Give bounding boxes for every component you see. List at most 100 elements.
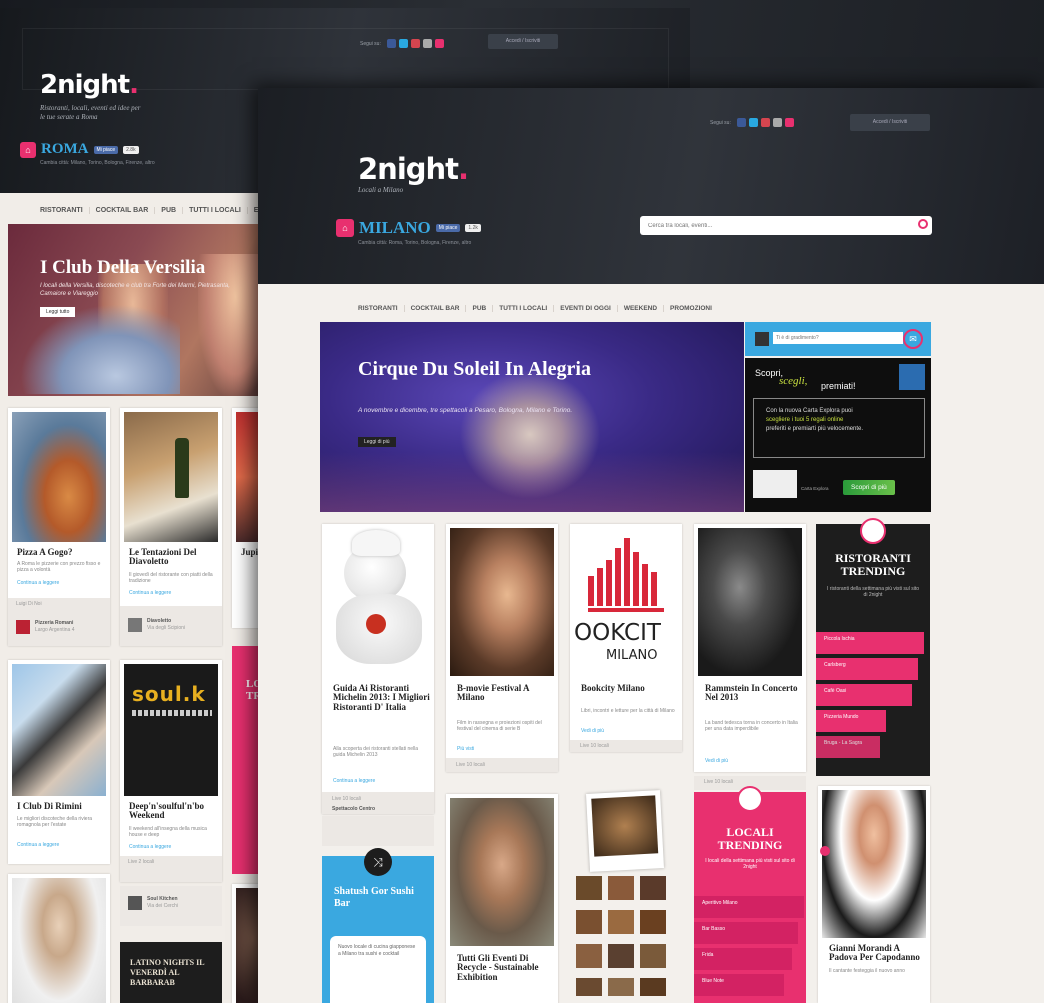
thumb[interactable] [640, 944, 666, 968]
trending-item[interactable]: Pizzeria Mundo [816, 710, 886, 732]
card-diavoletto[interactable]: Le Tentazioni Del Diavoletto Il giovedì … [120, 408, 222, 646]
nav-item-pub[interactable]: PUB [466, 304, 494, 312]
polaroid-photo[interactable] [586, 790, 664, 872]
card-michelin[interactable]: Guida Ai Ristoranti Michelin 2013: I Mig… [322, 524, 434, 814]
soul-logo: soul.k [132, 682, 206, 706]
trending-locali[interactable]: LOCALI TRENDING I locali della settimana… [694, 786, 806, 1003]
thumb[interactable] [640, 978, 666, 996]
trending-item[interactable]: Bruga - La Sagra [816, 736, 880, 758]
card-link[interactable]: Continua a leggere [129, 590, 171, 596]
foursquare-icon[interactable] [772, 118, 782, 127]
card-link[interactable]: Continua a leggere [129, 844, 171, 850]
card-link[interactable]: Vedi di più [705, 758, 728, 764]
nav-item-eventi-oggi[interactable]: EVENTI DI OGGI [554, 304, 618, 312]
nav-item-promozioni[interactable]: PROMOZIONI [664, 305, 718, 312]
twitter-icon[interactable] [398, 39, 408, 48]
thumb[interactable] [608, 944, 634, 968]
card-title: Pizza A Gogo? [17, 547, 73, 557]
bookcity-sub: MILANO [606, 648, 658, 663]
thumb[interactable] [576, 910, 602, 934]
shatush-card[interactable]: ⤨ Shatush Gor Sushi Bar Nuovo locale di … [322, 848, 434, 1003]
card-recycle[interactable]: Tutti Gli Eventi Di Recycle - Sustainabl… [446, 794, 558, 1003]
milano-city-selector[interactable]: ⌂ MILANO Mi piace 1.2k [336, 218, 481, 238]
trending-item[interactable]: Cafè Oasi [816, 684, 912, 706]
thumb[interactable] [608, 978, 634, 996]
author-name[interactable]: Soul Kitchen [147, 896, 178, 902]
youtube-icon[interactable] [784, 118, 794, 127]
thumb[interactable] [576, 944, 602, 968]
nav-item-tutti-locali[interactable]: TUTTI I LOCALI [493, 304, 555, 312]
google-plus-icon[interactable] [410, 39, 420, 48]
explora-ad[interactable]: Scopri, scegli, premiati! Con la nuova C… [745, 358, 931, 512]
mail-icon[interactable]: ✉ [903, 329, 923, 349]
trending-item[interactable]: Piccola Ischia [816, 632, 924, 654]
card-soul[interactable]: soul.k Deep'n'soulful'n'bo Weekend Il we… [120, 660, 222, 882]
nav-item-cocktail-bar[interactable]: COCKTAIL BAR [90, 206, 156, 214]
roma-logo[interactable]: 2night. [40, 70, 139, 100]
card-rammstein[interactable]: Rammstein In Concerto Nel 2013 La band t… [694, 524, 806, 772]
lips-icon [737, 786, 763, 812]
card-image [12, 664, 106, 796]
card-pizza[interactable]: Pizza A Gogo? A Roma le pizzerie con pre… [8, 408, 110, 646]
card-latino[interactable]: LATINO NIGHTS IL VENERDÌ AL BARBARAB [120, 942, 222, 1003]
milano-hero[interactable]: Cirque Du Soleil In Alegria A novembre e… [320, 322, 744, 512]
card-link[interactable]: Vedi di più [581, 728, 604, 734]
facebook-icon[interactable] [386, 39, 396, 48]
card-link[interactable]: Continua a leggere [17, 842, 59, 848]
nav-item-pub[interactable]: PUB [155, 206, 184, 214]
author-name[interactable]: Pizzeria Romani [35, 620, 73, 626]
nav-item-cocktail-bar[interactable]: COCKTAIL BAR [405, 304, 467, 312]
ad-cta-button[interactable]: Scopri di più [843, 480, 895, 495]
card-link[interactable]: Continua a leggere [333, 778, 375, 784]
hero-button[interactable]: Leggi di più [358, 437, 396, 447]
google-plus-icon[interactable] [760, 118, 770, 127]
search-input[interactable] [646, 219, 910, 233]
card-title: Guida Ai Ristoranti Michelin 2013: I Mig… [333, 683, 430, 712]
foursquare-icon[interactable] [422, 39, 432, 48]
search-icon[interactable] [918, 219, 928, 229]
nav-item-tutti-locali[interactable]: TUTTI I LOCALI [183, 206, 248, 214]
card-bmovie[interactable]: B-movie Festival A Milano Film in rasseg… [446, 524, 558, 772]
like-button[interactable]: Mi piace [93, 145, 119, 154]
tagline-line1: Ristoranti, locali, eventi ed idee per [40, 104, 141, 112]
card-image: OOKCIT MILANO [570, 524, 682, 674]
author-sub: Via dei Cerchi [147, 903, 179, 909]
login-button[interactable]: Accedi / Iscriviti [850, 114, 930, 131]
nav-item-ristoranti[interactable]: RISTORANTI [352, 304, 405, 312]
twitter-icon[interactable] [748, 118, 758, 127]
youtube-icon[interactable] [434, 39, 444, 48]
thumb[interactable] [640, 876, 666, 900]
thumb[interactable] [608, 876, 634, 900]
card-rimini[interactable]: I Club Di Rimini Le migliori discoteche … [8, 660, 110, 864]
newsletter-input[interactable] [773, 332, 903, 344]
milano-logo[interactable]: 2night. [358, 152, 469, 186]
card-title: Deep'n'soulful'n'bo Weekend [129, 801, 205, 821]
trending-item[interactable]: Aperitivo Milano [694, 896, 804, 918]
nav-item-weekend[interactable]: WEEKEND [618, 304, 665, 312]
roma-city-selector[interactable]: ⌂ ROMA Mi piace 2.8k [20, 141, 139, 158]
like-button[interactable]: Mi piace [435, 224, 461, 232]
trending-item[interactable]: Carlsberg [816, 658, 918, 680]
author-name[interactable]: Diavoletto [147, 618, 171, 624]
card-link[interactable]: Continua a leggere [17, 580, 59, 586]
card-morandi[interactable]: Gianni Morandi A Padova Per Capodanno Il… [818, 786, 930, 1003]
roma-hero[interactable]: I Club Della Versilia I locali della Ver… [8, 224, 273, 396]
trending-ristoranti[interactable]: RISTORANTI TRENDING I ristoranti della s… [816, 518, 930, 776]
card-bookcity[interactable]: OOKCIT MILANO Bookcity Milano Libri, inc… [570, 524, 682, 752]
hero-button[interactable]: Leggi tutto [40, 307, 76, 317]
trending-item[interactable]: Blue Note [694, 974, 784, 996]
footer-user[interactable]: Spettacolo Centro [332, 806, 375, 812]
card-rapper[interactable] [8, 874, 110, 1003]
trending-item[interactable]: Bar Basso [694, 922, 798, 944]
bookcity-logo: OOKCIT [574, 620, 661, 646]
facebook-icon[interactable] [736, 118, 746, 127]
thumb[interactable] [640, 910, 666, 934]
thumb[interactable] [576, 978, 602, 996]
thumb[interactable] [576, 876, 602, 900]
card-link[interactable]: Più visti [457, 746, 474, 752]
nav-item-ristoranti[interactable]: RISTORANTI [34, 206, 90, 214]
trending-item[interactable]: Frida [694, 948, 792, 970]
thumb[interactable] [608, 910, 634, 934]
search-box[interactable] [640, 216, 932, 235]
login-button[interactable]: Accedi / Iscriviti [488, 34, 558, 49]
